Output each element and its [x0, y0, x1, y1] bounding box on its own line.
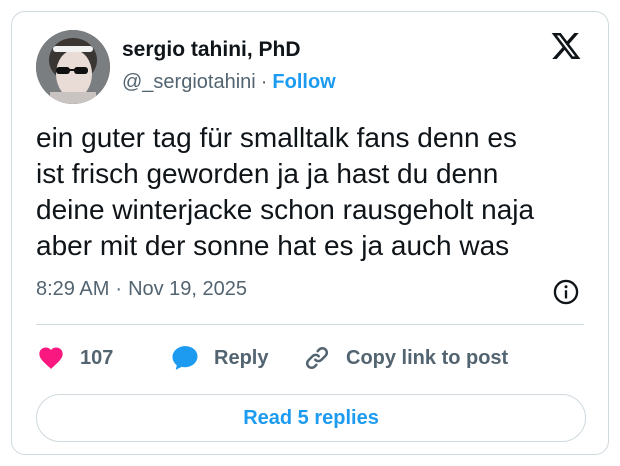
post-date: Nov 19, 2025 [128, 278, 248, 300]
copy-link-button[interactable]: Copy link to post [302, 338, 508, 378]
x-logo-icon[interactable] [550, 30, 582, 62]
heart-icon [39, 347, 63, 369]
avatar-photo [36, 30, 110, 104]
author-display-name[interactable]: sergio tahini, PhD [122, 38, 301, 62]
separator-dot: · [115, 278, 123, 300]
like-button[interactable]: 107 [36, 338, 113, 378]
post-actions: 107 Reply Copy link to post [36, 338, 596, 378]
read-replies-label: Read 5 replies [243, 406, 379, 429]
author-handle-row: @_sergiotahini · Follow [122, 71, 336, 94]
post-text-line: deine winterjacke schon rausgeholt naja [36, 194, 535, 225]
post-text-line: aber mit der sonne hat es ja auch was [36, 230, 510, 261]
post-timestamp[interactable]: 8:29 AM · Nov 19, 2025 [36, 278, 247, 301]
info-icon[interactable] [552, 278, 580, 306]
copy-link-label: Copy link to post [346, 346, 509, 369]
author-handle[interactable]: @_sergiotahini [122, 71, 256, 93]
follow-link[interactable]: Follow [272, 71, 335, 93]
read-replies-button[interactable]: Read 5 replies [36, 394, 586, 442]
reply-bubble-icon [172, 346, 198, 370]
post-text-line: ist frisch geworden ja ja hast du denn [36, 158, 499, 189]
post-time: 8:29 AM [36, 278, 110, 300]
embedded-post-card: sergio tahini, PhD @_sergiotahini · Follow… [11, 11, 609, 455]
link-icon [305, 346, 329, 370]
divider [36, 324, 584, 325]
post-text: ein guter tag für smalltalk fans denn es… [36, 120, 596, 264]
author-avatar[interactable] [36, 30, 110, 104]
reply-button[interactable]: Reply [170, 338, 268, 378]
separator-dot: · [260, 71, 268, 93]
like-count: 107 [80, 346, 114, 369]
reply-label: Reply [214, 346, 269, 369]
post-text-line: ein guter tag für smalltalk fans denn es [36, 122, 517, 153]
